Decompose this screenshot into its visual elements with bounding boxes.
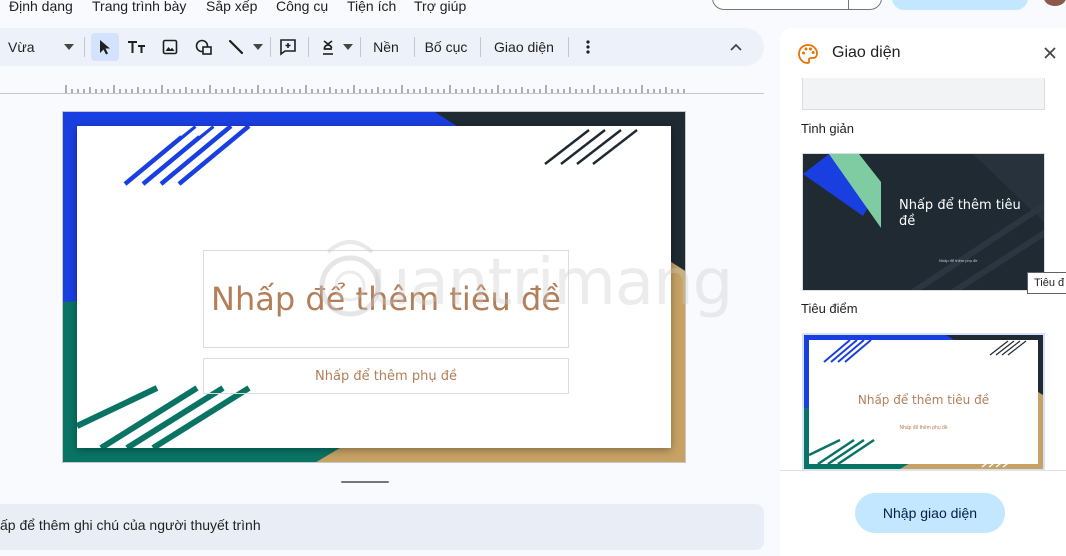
line-icon [228,39,244,55]
themes-panel-title: Giao diện [832,44,901,61]
background-label: Nền [373,39,399,55]
collapse-toolbar-button[interactable] [722,33,750,61]
slide-subtitle-text: Nhấp để thêm phụ đề [315,368,457,384]
line-button[interactable] [222,33,250,61]
background-button[interactable]: Nền [366,28,406,66]
theme-thumbnail-title: Nhấp để thêm tiêu đề [899,198,1021,229]
insert-comment-button[interactable] [274,33,302,61]
input-tools-dropdown[interactable] [342,28,354,66]
input-tools-button[interactable] [314,33,342,61]
theme-button[interactable]: Giao diện [488,28,560,66]
add-comment-icon [280,39,296,56]
speaker-notes[interactable]: ấp để thêm ghi chú của người thuyết trìn… [0,504,764,550]
insert-image-button[interactable] [156,33,184,61]
menu-tools[interactable]: Công cụ [276,0,328,14]
notes-resize-handle[interactable] [341,481,389,483]
layout-label: Bố cục [424,39,468,55]
toolbar-divider [360,37,361,57]
themes-panel-header: Giao diện [780,28,1066,78]
theme-thumbnail-subtitle: Nhấp để thêm phụ đề [939,258,978,263]
toolbar-divider [270,37,271,57]
import-theme-button[interactable]: Nhập giao diện [855,493,1005,533]
menu-format[interactable]: Định dạng [9,0,73,14]
more-options-button[interactable] [574,33,602,61]
toolbar: Vừa Nền Bố cục Giao diện [0,28,764,66]
themes-panel-footer: Nhập giao diện [780,470,1066,556]
text-box-icon [128,41,145,53]
slideshow-button[interactable] [712,0,882,10]
slideshow-divider [848,0,849,10]
theme-list[interactable]: Tinh giản Nhấp để thêm tiêu đề Nhấp để t… [780,78,1066,470]
theme-label: Giao diện [494,39,554,55]
menu-bar: Định dạng Trang trình bày Sắp xếp Công c… [0,0,700,18]
chevron-up-icon [730,43,742,51]
cursor-icon [100,40,110,55]
speaker-notes-placeholder: ấp để thêm ghi chú của người thuyết trìn… [0,517,261,533]
toolbar-divider [480,37,481,57]
theme-thumbnail-subtitle: Nhấp để thêm phụ đề [899,425,948,431]
line-dropdown[interactable] [252,28,264,66]
input-tools-icon [323,40,333,55]
layout-button[interactable]: Bố cục [420,28,472,66]
theme-thumbnail-title: Nhấp để thêm tiêu đề [857,393,990,407]
ruler-baseline [0,93,764,94]
watermark-text: uantrimang [370,246,733,320]
theme-thumbnail-focus[interactable]: Nhấp để thêm tiêu đề Nhấp để thêm phụ đề [802,333,1045,470]
menu-arrange[interactable]: Sắp xếp [206,0,257,14]
menu-extensions[interactable]: Tiện ích [347,0,396,14]
more-vert-icon [586,40,590,54]
theme-tooltip: Tiêu đ [1027,272,1066,294]
menu-slide[interactable]: Trang trình bày [92,0,186,14]
close-icon[interactable] [1042,45,1058,61]
shape-button[interactable] [190,33,218,61]
image-icon [162,39,178,55]
zoom-select[interactable]: Vừa [8,28,74,66]
text-box-button[interactable] [123,33,151,61]
share-button[interactable] [892,0,1028,10]
theme-name-focus: Tiêu điểm [801,301,858,316]
chevron-down-icon [64,44,74,50]
toolbar-divider [84,37,85,57]
select-tool-button[interactable] [91,33,119,61]
shapes-icon [195,39,212,55]
zoom-value: Vừa [8,39,35,55]
toolbar-divider [414,37,415,57]
menu-help[interactable]: Trợ giúp [414,0,466,14]
chevron-down-icon [253,44,263,50]
avatar[interactable] [1044,0,1066,6]
chevron-down-icon [343,44,353,50]
theme-name-simple: Tinh giản [801,121,854,136]
themes-panel: Giao diện Tinh giản Nhấp để thêm tiêu đề… [780,28,1066,556]
theme-thumbnail-simple[interactable]: Nhấp để thêm tiêu đề Nhấp để thêm phụ đề [802,153,1045,291]
palette-icon [798,44,818,64]
slide-subtitle-placeholder[interactable]: Nhấp để thêm phụ đề [203,358,569,394]
horizontal-ruler[interactable] [0,76,764,96]
toolbar-divider [568,37,569,57]
theme-thumbnail-previous[interactable] [802,78,1045,110]
toolbar-divider [308,37,309,57]
